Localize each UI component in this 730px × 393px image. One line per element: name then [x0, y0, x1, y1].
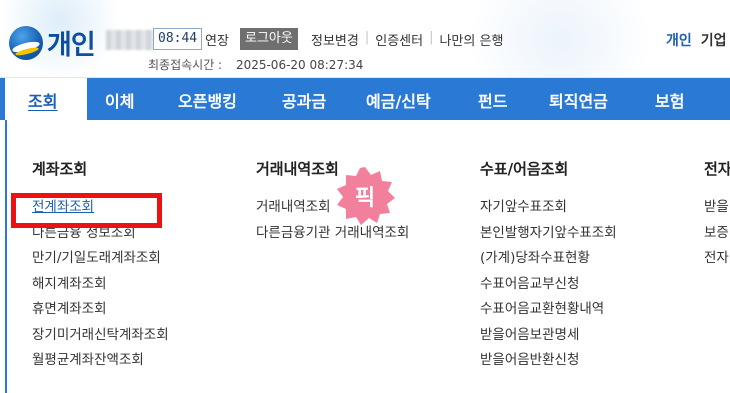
tab-corporate[interactable]: 기업 [701, 30, 727, 50]
menu-item-issued-check[interactable]: 본인발행자기앞수표조회 [480, 221, 617, 247]
last-login-info: 최종접속시간 : 2025-06-20 08:27:34 [148, 56, 363, 73]
menu-item-other-finance[interactable]: 다른금융 정보조회 [32, 221, 169, 247]
edit-info-link[interactable]: 정보변경 [311, 30, 359, 49]
nav-item-utility-bills[interactable]: 공과금 [282, 88, 326, 112]
menu-item-dormant-accounts[interactable]: 휴면계좌조회 [32, 297, 169, 323]
nav-item-transfer[interactable]: 이체 [105, 88, 134, 112]
nav-item-fund[interactable]: 펀드 [478, 88, 507, 112]
brand-logo[interactable]: 개인 [9, 23, 96, 62]
menu-item-electronic-1[interactable]: 받을 [704, 195, 730, 221]
my-bank-link[interactable]: 나만의 은행 [439, 30, 503, 49]
utility-links: 정보변경 | 인증센터 | 나만의 은행 [311, 30, 503, 49]
customer-type-tabs: 개인 기업 [666, 30, 727, 50]
inquiry-dropdown-panel: 계좌조회 전계좌조회 다른금융 정보조회 만기/기일도래계좌조회 해지계좌조회 … [5, 120, 730, 393]
last-login-value: 2025-06-20 08:27:34 [235, 58, 364, 72]
menu-item-maturity-accounts[interactable]: 만기/기일도래계좌조회 [32, 246, 169, 272]
menu-item-average-balance[interactable]: 월평균계좌잔액조회 [32, 348, 169, 374]
nav-item-deposit-trust[interactable]: 예금/신탁 [366, 88, 431, 112]
menu-item-check-issue-request[interactable]: 수표어음교부신청 [480, 272, 617, 298]
column-title: 수표/어음조회 [480, 160, 569, 178]
menu-item-note-return[interactable]: 받을어음반환신청 [480, 348, 617, 374]
menu-column-account: 계좌조회 전계좌조회 다른금융 정보조회 만기/기일도래계좌조회 해지계좌조회 … [32, 158, 169, 374]
main-nav: 조회 이체 오픈뱅킹 공과금 예금/신탁 펀드 퇴직연금 보험 [0, 78, 730, 120]
tab-personal[interactable]: 개인 [666, 30, 692, 50]
pick-badge: 픽 [334, 165, 396, 227]
column-title: 계좌조회 [32, 160, 88, 178]
menu-item-current-check-status[interactable]: (가계)당좌수표현황 [480, 246, 617, 272]
brand-title: 개인 [47, 30, 96, 61]
nav-item-label: 조회 [28, 92, 58, 111]
user-name-blurred [106, 30, 154, 50]
menu-item-check-exchange-history[interactable]: 수표어음교환현황내역 [480, 297, 617, 323]
session-timer: 08:44 [153, 28, 203, 50]
menu-item-closed-accounts[interactable]: 해지계좌조회 [32, 272, 169, 298]
menu-column-electronic: 전자 받을 보증 전자 [704, 158, 730, 272]
certificate-center-link[interactable]: 인증센터 [375, 30, 423, 49]
menu-item-note-custody[interactable]: 받을어음보관명세 [480, 323, 617, 349]
last-login-label: 최종접속시간 : [148, 58, 223, 72]
menu-item-electronic-3[interactable]: 전자 [704, 246, 730, 272]
nav-item-pension[interactable]: 퇴직연금 [549, 88, 608, 112]
divider: | [364, 30, 370, 45]
menu-item-all-accounts[interactable]: 전계좌조회 [32, 195, 169, 221]
menu-item-inactive-trust[interactable]: 장기미거래신탁계좌조회 [32, 323, 169, 349]
nav-item-inquiry[interactable]: 조회 [5, 78, 87, 120]
badge-label: 픽 [354, 186, 376, 211]
top-header: 개인 08:44 연장 로그아웃 정보변경 | 인증센터 | 나만의 은행 개인… [0, 0, 730, 78]
divider: | [429, 30, 434, 45]
menu-item-electronic-2[interactable]: 보증 [704, 221, 730, 247]
nav-item-insurance[interactable]: 보험 [655, 88, 684, 112]
bank-logo-icon [9, 25, 43, 60]
menu-column-checks: 수표/어음조회 자기앞수표조회 본인발행자기앞수표조회 (가계)당좌수표현황 수… [480, 158, 617, 374]
menu-item-cashier-check[interactable]: 자기앞수표조회 [480, 195, 617, 221]
logout-button[interactable]: 로그아웃 [240, 28, 298, 50]
extend-session-link[interactable]: 연장 [205, 30, 229, 49]
nav-item-open-banking[interactable]: 오픈뱅킹 [178, 88, 237, 112]
column-title: 전자 [704, 160, 730, 178]
